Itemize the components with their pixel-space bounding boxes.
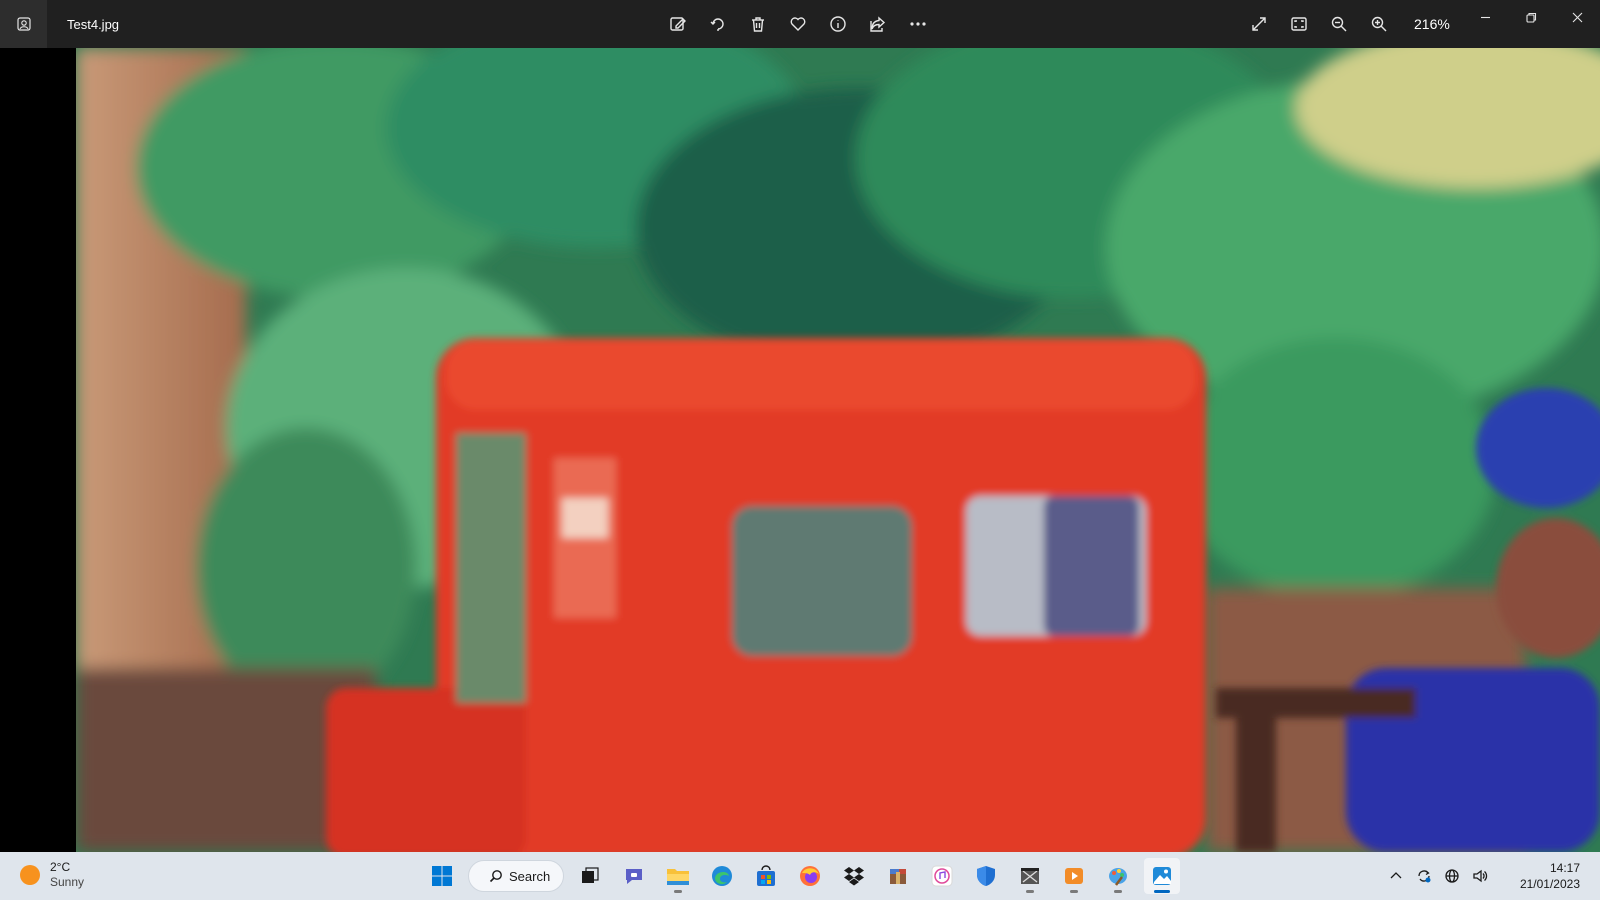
- store-icon[interactable]: [748, 858, 784, 894]
- weather-widget[interactable]: 2°C Sunny: [20, 860, 84, 890]
- paint-icon[interactable]: [1100, 858, 1136, 894]
- title-bar: Test4.jpg 216%: [0, 0, 1600, 48]
- weather-temperature: 2°C: [50, 860, 71, 874]
- restore-icon[interactable]: [1508, 0, 1554, 34]
- fullscreen-icon[interactable]: [1244, 9, 1274, 39]
- sun-icon: [20, 865, 40, 885]
- info-icon[interactable]: [823, 9, 853, 39]
- start-icon[interactable]: [424, 858, 460, 894]
- close-icon[interactable]: [1554, 0, 1600, 34]
- clock-date: 21/01/2023: [1519, 877, 1580, 891]
- file-name: Test4.jpg: [67, 16, 120, 32]
- zoom-out-icon[interactable]: [1324, 9, 1354, 39]
- clock-time: 14:17: [1549, 861, 1580, 875]
- image-toolbar: [663, 0, 933, 48]
- itunes-icon[interactable]: [924, 858, 960, 894]
- network-globe-icon[interactable]: [1442, 866, 1462, 886]
- share-icon[interactable]: [863, 9, 893, 39]
- photos-icon[interactable]: [1144, 858, 1180, 894]
- photos-app-icon[interactable]: [0, 0, 47, 48]
- zoom-level[interactable]: 216%: [1414, 16, 1454, 32]
- search-label: Search: [509, 868, 551, 884]
- weather-condition: Sunny: [50, 875, 85, 889]
- search-icon: [489, 870, 502, 883]
- view-toolbar: 216%: [1244, 0, 1454, 48]
- zoom-in-icon[interactable]: [1364, 9, 1394, 39]
- fit-icon[interactable]: [1284, 9, 1314, 39]
- volume-icon[interactable]: [1470, 866, 1490, 886]
- taskbar-search[interactable]: Search: [468, 860, 564, 892]
- photo: [76, 48, 1600, 852]
- task-view-icon[interactable]: [572, 858, 608, 894]
- security-shield-icon[interactable]: [968, 858, 1004, 894]
- archive-app-icon[interactable]: [880, 858, 916, 894]
- edge-icon[interactable]: [704, 858, 740, 894]
- taskbar-apps: Search: [424, 852, 1180, 900]
- taskbar-clock[interactable]: 14:17 21/01/2023: [1520, 860, 1580, 892]
- sync-icon[interactable]: [1414, 866, 1434, 886]
- taskbar: 2°C Sunny Search 14:17 21/01/2023: [0, 852, 1600, 900]
- file-explorer-icon[interactable]: [660, 858, 696, 894]
- favorite-icon[interactable]: [783, 9, 813, 39]
- media-player-icon[interactable]: [1056, 858, 1092, 894]
- dropbox-icon[interactable]: [836, 858, 872, 894]
- chevron-up-icon[interactable]: [1386, 866, 1406, 886]
- firefox-icon[interactable]: [792, 858, 828, 894]
- minimize-icon[interactable]: [1462, 0, 1508, 34]
- window-controls: [1462, 0, 1600, 34]
- film-app-icon[interactable]: [1012, 858, 1048, 894]
- system-tray: [1386, 852, 1490, 900]
- image-viewport[interactable]: [0, 48, 1600, 852]
- more-icon[interactable]: [903, 9, 933, 39]
- edit-icon[interactable]: [663, 9, 693, 39]
- teams-chat-icon[interactable]: [616, 858, 652, 894]
- rotate-icon[interactable]: [703, 9, 733, 39]
- delete-icon[interactable]: [743, 9, 773, 39]
